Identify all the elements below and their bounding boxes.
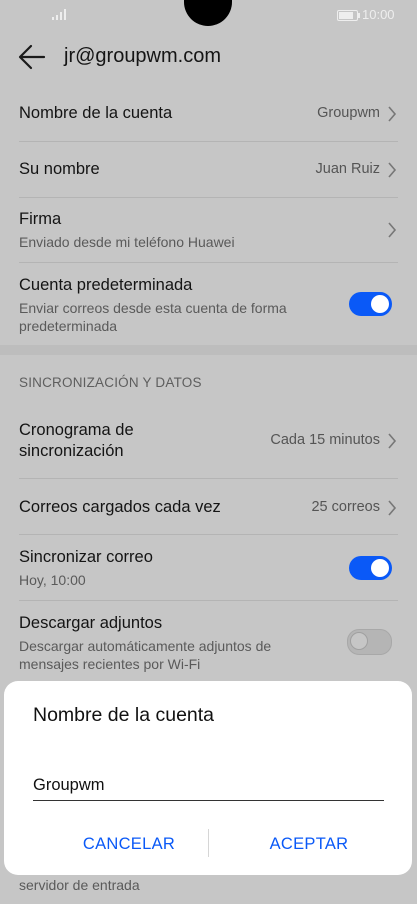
signature-text: Enviado desde mi teléfono Huawei — [19, 234, 235, 250]
button-divider — [208, 829, 209, 857]
download-attachments-label: Descargar adjuntos — [19, 614, 163, 632]
status-bar: 10:00 — [0, 0, 417, 30]
download-attachments-desc: Descargar automáticamente adjuntos de me… — [19, 638, 272, 672]
your-name-label: Su nombre — [19, 160, 100, 178]
sync-mail-row: Sincronizar correo Hoy, 10:00 — [0, 535, 417, 600]
sync-mail-toggle[interactable] — [349, 556, 392, 580]
account-name-label: Nombre de la cuenta — [19, 104, 173, 122]
sync-mail-time: Hoy, 10:00 — [19, 572, 86, 588]
battery-icon — [337, 10, 360, 21]
page-title: jr@groupwm.com — [64, 45, 222, 67]
account-name-dialog: Nombre de la cuenta CANCELAR ACEPTAR — [4, 681, 412, 875]
status-time: 10:00 — [362, 7, 395, 22]
chevron-right-icon — [388, 500, 397, 516]
section-header-sync: SINCRONIZACIÓN Y DATOS — [19, 375, 202, 390]
default-account-desc: Enviar correos desde esta cuenta de form… — [19, 300, 287, 334]
sync-schedule-label: Cronograma de sincronización — [19, 421, 134, 460]
chevron-right-icon — [388, 106, 397, 122]
sync-schedule-value: Cada 15 minutos — [270, 432, 380, 448]
chevron-right-icon — [388, 162, 397, 178]
default-account-toggle[interactable] — [349, 292, 392, 316]
sync-schedule-row[interactable]: Cronograma de sincronización Cada 15 min… — [0, 408, 417, 478]
incoming-server-text: servidor de entrada — [19, 877, 140, 893]
chevron-right-icon — [388, 222, 397, 238]
signal-icon — [52, 9, 66, 20]
back-arrow-icon[interactable] — [18, 44, 46, 70]
mails-loaded-label: Correos cargados cada vez — [19, 498, 221, 516]
dialog-title: Nombre de la cuenta — [33, 704, 215, 726]
camera-notch — [184, 0, 232, 26]
accept-button[interactable]: ACEPTAR — [214, 829, 404, 859]
default-account-label: Cuenta predeterminada — [19, 276, 193, 294]
signature-row[interactable]: Firma Enviado desde mi teléfono Huawei — [0, 198, 417, 263]
download-attachments-toggle[interactable] — [347, 629, 392, 655]
your-name-value: Juan Ruiz — [315, 161, 380, 177]
chevron-right-icon — [388, 433, 397, 449]
account-name-value: Groupwm — [317, 105, 380, 121]
sync-mail-label: Sincronizar correo — [19, 548, 153, 566]
signature-label: Firma — [19, 210, 62, 228]
cancel-button[interactable]: CANCELAR — [44, 829, 214, 859]
account-name-input[interactable] — [33, 770, 384, 801]
download-attachments-row: Descargar adjuntos Descargar automáticam… — [0, 601, 417, 681]
default-account-row: Cuenta predeterminada Enviar correos des… — [0, 263, 417, 345]
group-gap — [0, 345, 417, 355]
app-header: jr@groupwm.com — [0, 30, 417, 86]
account-name-row[interactable]: Nombre de la cuenta Groupwm — [0, 86, 417, 142]
mails-loaded-value: 25 correos — [311, 499, 380, 515]
mails-loaded-row[interactable]: Correos cargados cada vez 25 correos — [0, 479, 417, 535]
your-name-row[interactable]: Su nombre Juan Ruiz — [0, 142, 417, 198]
